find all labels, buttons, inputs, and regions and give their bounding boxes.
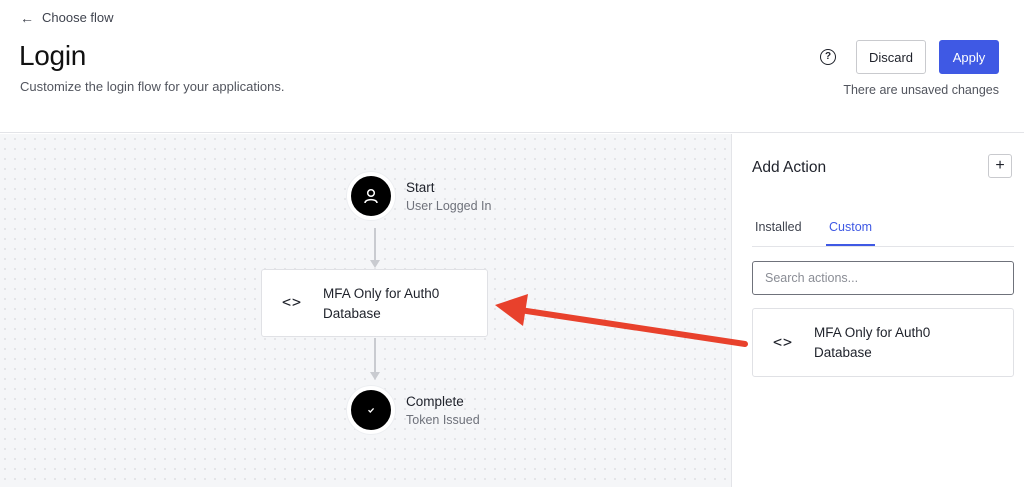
tab-installed[interactable]: Installed [755, 220, 802, 244]
arrow-left-icon: ← [20, 9, 34, 26]
flow-action-card[interactable]: <> MFA Only for Auth0 Database [261, 269, 488, 337]
page-subtitle: Customize the login flow for your applic… [20, 79, 285, 94]
back-link[interactable]: ← Choose flow [20, 10, 114, 25]
help-icon[interactable]: ? [820, 49, 836, 65]
complete-node-subtitle: Token Issued [406, 413, 480, 427]
add-action-panel: Add Action + Installed Custom <> MFA Onl… [731, 134, 1024, 487]
code-brackets-icon: <> [773, 333, 794, 351]
code-brackets-icon: <> [282, 293, 303, 311]
complete-node-title: Complete [406, 394, 464, 409]
flow-action-label-line2: Database [323, 306, 381, 321]
back-link-label: Choose flow [42, 10, 114, 25]
start-node[interactable] [347, 172, 395, 220]
start-node-title: Start [406, 180, 435, 195]
unsaved-status: There are unsaved changes [843, 83, 999, 97]
complete-node[interactable] [347, 386, 395, 434]
connector-line [374, 338, 376, 374]
plus-icon[interactable]: + [988, 154, 1012, 178]
connector-arrowhead [370, 372, 380, 380]
check-icon [368, 407, 375, 413]
connector-arrowhead [370, 260, 380, 268]
discard-button[interactable]: Discard [856, 40, 926, 74]
flow-canvas[interactable]: Start User Logged In <> MFA Only for Aut… [0, 134, 731, 487]
apply-button[interactable]: Apply [939, 40, 999, 74]
action-tabs: Installed Custom [752, 213, 1014, 247]
search-actions-input[interactable] [752, 261, 1014, 295]
panel-title: Add Action [752, 159, 827, 176]
flow-action-label-line1: MFA Only for Auth0 [323, 286, 440, 301]
page-header: ← Choose flow Login Customize the login … [0, 0, 1024, 133]
custom-action-label-line2: Database [814, 345, 872, 360]
tab-custom[interactable]: Custom [826, 220, 876, 246]
user-icon [364, 188, 378, 204]
page-title: Login [19, 40, 87, 71]
connector-line [374, 228, 376, 262]
start-node-subtitle: User Logged In [406, 199, 492, 213]
custom-action-label-line1: MFA Only for Auth0 [814, 325, 931, 340]
custom-action-card[interactable]: <> MFA Only for Auth0 Database [752, 308, 1014, 377]
